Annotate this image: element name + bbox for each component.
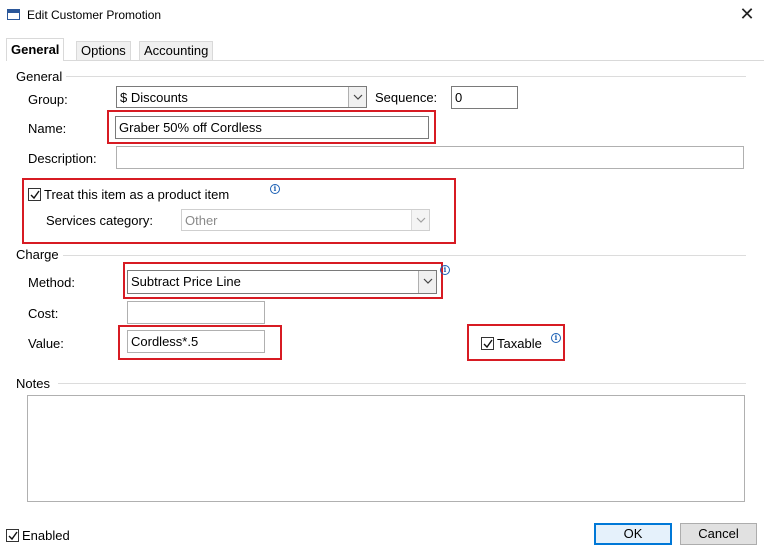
enabled-label: Enabled xyxy=(22,528,70,543)
description-label: Description: xyxy=(28,151,97,166)
cancel-button[interactable]: Cancel xyxy=(680,523,757,545)
general-divider xyxy=(60,76,746,77)
group-select-value: $ Discounts xyxy=(120,90,188,105)
window-icon xyxy=(7,9,20,20)
info-icon[interactable]: i xyxy=(270,184,280,194)
group-label: Group: xyxy=(28,92,68,107)
services-category-select[interactable]: Other xyxy=(181,209,430,231)
name-input[interactable]: Graber 50% off Cordless xyxy=(115,116,429,139)
general-heading: General xyxy=(16,69,67,84)
sequence-input[interactable]: 0 xyxy=(451,86,518,109)
chevron-down-icon[interactable] xyxy=(348,87,366,107)
cost-label: Cost: xyxy=(28,306,59,321)
chevron-down-icon[interactable] xyxy=(418,271,436,293)
method-select[interactable]: Subtract Price Line xyxy=(127,270,437,294)
info-icon[interactable]: i xyxy=(551,333,561,343)
enabled-checkbox[interactable] xyxy=(6,529,19,542)
chevron-down-icon[interactable] xyxy=(411,210,429,230)
close-button[interactable]: ✕ xyxy=(736,4,758,24)
charge-heading: Charge xyxy=(16,247,63,262)
method-label: Method: xyxy=(28,275,75,290)
services-category-value: Other xyxy=(185,213,218,228)
notes-textarea[interactable] xyxy=(27,395,745,502)
taxable-label: Taxable xyxy=(497,336,542,351)
method-select-value: Subtract Price Line xyxy=(131,274,241,289)
title-bar: Edit Customer Promotion ✕ xyxy=(0,0,764,30)
description-input[interactable] xyxy=(116,146,744,169)
tab-accounting[interactable]: Accounting xyxy=(139,41,214,61)
taxable-checkbox[interactable] xyxy=(481,337,494,350)
info-icon[interactable]: i xyxy=(440,265,450,275)
value-input[interactable]: Cordless*.5 xyxy=(127,330,265,353)
tab-general[interactable]: General xyxy=(6,38,65,61)
sequence-label: Sequence: xyxy=(375,90,438,105)
notes-divider xyxy=(58,383,746,384)
tab-options[interactable]: Options xyxy=(76,41,131,61)
notes-heading: Notes xyxy=(16,376,54,391)
product-item-checkbox[interactable] xyxy=(28,188,41,201)
services-category-label: Services category: xyxy=(46,213,153,228)
group-select[interactable]: $ Discounts xyxy=(116,86,367,108)
product-item-label: Treat this item as a product item xyxy=(44,187,230,202)
window-title: Edit Customer Promotion xyxy=(27,8,162,22)
ok-button[interactable]: OK xyxy=(594,523,672,545)
name-label: Name: xyxy=(28,121,67,136)
value-label: Value: xyxy=(28,336,64,351)
charge-divider xyxy=(58,255,746,256)
cost-input[interactable] xyxy=(127,301,265,324)
